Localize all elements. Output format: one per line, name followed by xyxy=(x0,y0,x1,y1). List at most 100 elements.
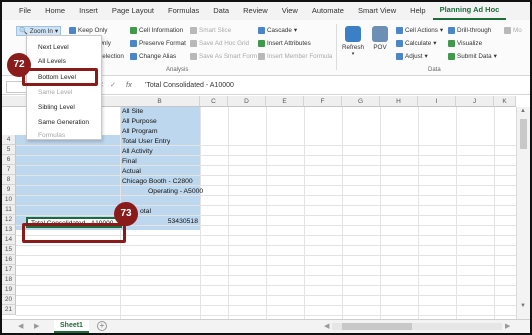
change-alias-button[interactable]: Change Alias xyxy=(130,53,176,60)
formula-input[interactable]: 'Total Consolidated - A10000 xyxy=(145,82,234,89)
hscroll-right-icon[interactable]: ▶ xyxy=(505,322,510,330)
pov-button[interactable]: POV xyxy=(372,26,388,51)
change-alias-label: Change Alias xyxy=(139,53,177,60)
menu-home[interactable]: Home xyxy=(38,2,72,20)
row-header[interactable]: 5 xyxy=(2,145,16,155)
drill-through-icon xyxy=(448,27,455,34)
cell-b5[interactable]: All Activity xyxy=(120,148,153,155)
cell-b12[interactable]: 53430518 xyxy=(142,218,200,225)
row-header[interactable]: 9 xyxy=(2,185,16,195)
menu-smart-view[interactable]: Smart View xyxy=(351,2,403,20)
col-header-j[interactable]: J xyxy=(456,96,494,107)
more-button[interactable]: Mo xyxy=(504,27,522,34)
grid-vline xyxy=(456,107,457,319)
save-as-smart-form-button[interactable]: Save As Smart Form xyxy=(190,53,257,60)
menu-insert[interactable]: Insert xyxy=(72,2,105,20)
col-header-f[interactable]: F xyxy=(304,96,342,107)
row-header[interactable]: 11 xyxy=(2,205,16,215)
add-sheet-icon[interactable]: + xyxy=(97,321,107,331)
cell-b1[interactable]: All Site xyxy=(120,108,143,115)
vertical-scrollbar[interactable]: ▲ ▼ xyxy=(516,107,530,319)
cell-actions-button[interactable]: Cell Actions ▾ xyxy=(396,27,443,34)
row-header[interactable]: 21 xyxy=(2,305,16,315)
cell-b3[interactable]: All Program xyxy=(120,128,158,135)
row-header[interactable]: 15 xyxy=(2,245,16,255)
menu-help[interactable]: Help xyxy=(403,2,432,20)
visualize-button[interactable]: Visualize xyxy=(448,40,482,47)
row-header[interactable]: 20 xyxy=(2,295,16,305)
dropdown-sibling-level[interactable]: Sibling Level xyxy=(38,104,75,111)
menu-formulas[interactable]: Formulas xyxy=(161,2,206,20)
grid-hline xyxy=(16,145,516,146)
menu-automate[interactable]: Automate xyxy=(305,2,351,20)
dropdown-same-level[interactable]: Same Level xyxy=(38,89,72,96)
menu-view[interactable]: View xyxy=(275,2,305,20)
cascade-button[interactable]: Cascade ▾ xyxy=(258,27,297,34)
refresh-button[interactable]: Refresh ▾ xyxy=(342,26,364,57)
scroll-down-icon[interactable]: ▼ xyxy=(520,303,526,309)
menu-planning-ad-hoc[interactable]: Planning Ad Hoc xyxy=(432,2,507,20)
grid-hline xyxy=(16,205,516,206)
keep-only-button[interactable]: Keep Only xyxy=(69,27,107,34)
insert-member-formula-button[interactable]: Insert Member Formula xyxy=(258,53,332,60)
col-header-e[interactable]: E xyxy=(266,96,304,107)
cell-b2[interactable]: All Purpose xyxy=(120,118,157,125)
dropdown-all-levels[interactable]: All Levels xyxy=(38,58,66,65)
row-header[interactable]: 14 xyxy=(2,235,16,245)
cell-b7[interactable]: Actual xyxy=(120,168,141,175)
save-ad-hoc-grid-button[interactable]: Save Ad Hoc Grid xyxy=(190,40,249,47)
worksheet-grid[interactable]: 4 5 6 7 8 9 10 11 12 13 14 15 16 17 18 19 20 21 All Site … xyxy=(2,107,516,319)
hscroll-left-icon[interactable]: ◀ xyxy=(324,322,329,330)
grid-hline xyxy=(16,305,516,306)
row-header[interactable]: 7 xyxy=(2,165,16,175)
cell-b11[interactable]: otal xyxy=(138,208,151,215)
row-header[interactable]: 8 xyxy=(2,175,16,185)
cell-b9[interactable]: Operating - A5000 xyxy=(146,188,203,195)
prev-sheet-icon[interactable]: ◀ xyxy=(18,322,23,330)
col-header-d[interactable]: D xyxy=(228,96,266,107)
row-header[interactable]: 4 xyxy=(2,135,16,145)
row-header[interactable]: 16 xyxy=(2,255,16,265)
calculate-button[interactable]: Calculate ▾ xyxy=(396,40,436,47)
row-header[interactable]: 18 xyxy=(2,275,16,285)
menu-page-layout[interactable]: Page Layout xyxy=(105,2,161,20)
smart-slice-button[interactable]: Smart Slice xyxy=(190,27,231,34)
menu-file[interactable]: File xyxy=(12,2,38,20)
insert-attributes-button[interactable]: Insert Attributes xyxy=(258,40,311,47)
col-header-c[interactable]: C xyxy=(200,96,228,107)
save-ad-hoc-grid-icon xyxy=(190,40,197,47)
cell-b4[interactable]: Total User Entry xyxy=(120,138,170,145)
col-header-i[interactable]: I xyxy=(418,96,456,107)
preserve-format-button[interactable]: Preserve Format xyxy=(130,40,186,47)
smart-slice-label: Smart Slice xyxy=(199,27,232,34)
menu-review[interactable]: Review xyxy=(236,2,275,20)
row-header[interactable]: 19 xyxy=(2,285,16,295)
sheet-tab-sheet1[interactable]: Sheet1 xyxy=(54,320,89,333)
row-header[interactable]: 13 xyxy=(2,225,16,235)
dropdown-formulas[interactable]: Formulas xyxy=(38,132,65,139)
dropdown-next-level[interactable]: Next Level xyxy=(38,44,69,51)
row-header[interactable]: 10 xyxy=(2,195,16,205)
adjust-button[interactable]: Adjust ▾ xyxy=(396,53,428,60)
menu-data[interactable]: Data xyxy=(206,2,236,20)
row-header[interactable]: 12 xyxy=(2,215,16,225)
fx-icon[interactable]: fx xyxy=(126,80,132,89)
cell-information-button[interactable]: Cell Information xyxy=(130,27,183,34)
dropdown-same-generation[interactable]: Same Generation xyxy=(38,119,89,126)
col-header-b[interactable]: B xyxy=(120,96,200,107)
col-header-h[interactable]: H xyxy=(380,96,418,107)
col-header-g[interactable]: G xyxy=(342,96,380,107)
cell-b8[interactable]: Chicago Booth - C2800 xyxy=(120,178,193,185)
vertical-scroll-thumb[interactable] xyxy=(520,119,527,149)
row-header[interactable]: 17 xyxy=(2,265,16,275)
col-header-k[interactable]: K xyxy=(494,96,516,107)
cell-b6[interactable]: Final xyxy=(120,158,137,165)
submit-data-button[interactable]: Submit Data ▾ xyxy=(448,53,497,60)
scroll-up-icon[interactable]: ▲ xyxy=(520,108,526,114)
horizontal-scrollbar[interactable] xyxy=(332,323,502,330)
drill-through-button[interactable]: Drill-through xyxy=(448,27,491,34)
next-sheet-icon[interactable]: ▶ xyxy=(34,322,39,330)
check-icon[interactable]: ✓ xyxy=(110,81,116,89)
row-header[interactable]: 6 xyxy=(2,155,16,165)
horizontal-scroll-thumb[interactable] xyxy=(342,323,412,330)
